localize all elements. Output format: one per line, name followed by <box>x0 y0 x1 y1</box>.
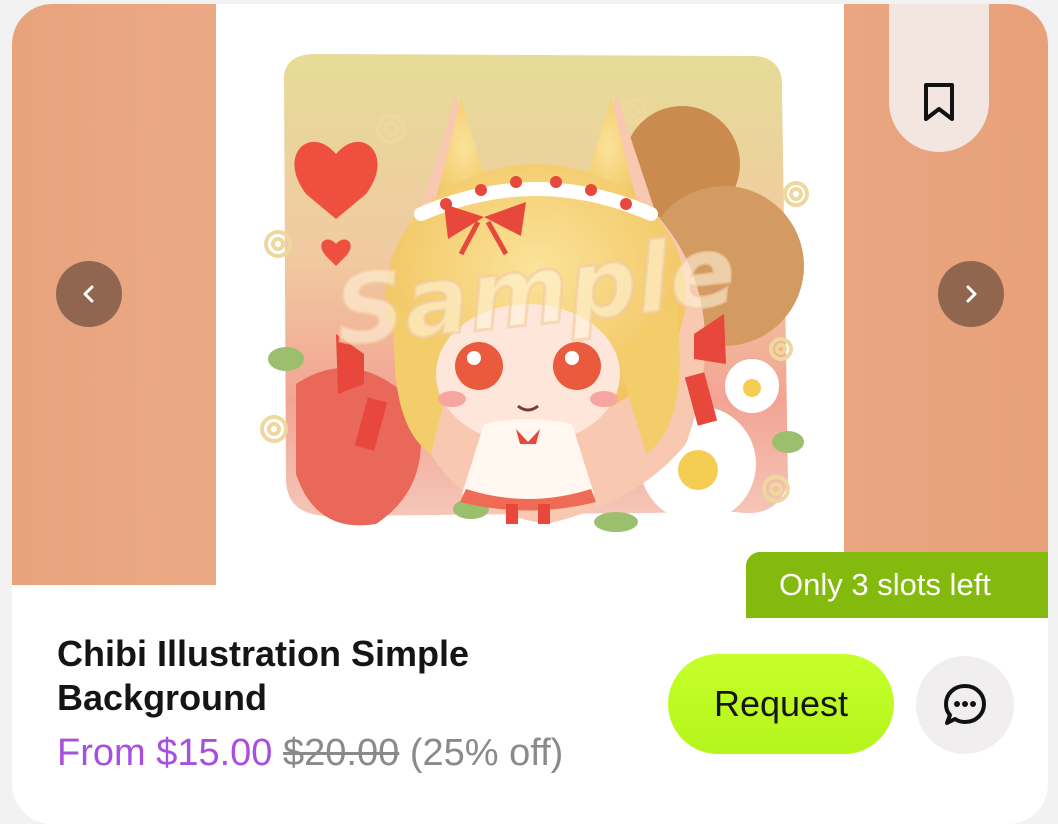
request-button[interactable]: Request <box>668 654 894 754</box>
image-carousel[interactable]: Sample <box>12 4 1048 585</box>
carousel-prev-button[interactable] <box>56 261 122 327</box>
price-original: $20.00 <box>283 732 400 774</box>
price-line: From $15.00 $20.00 (25% off) <box>57 730 563 776</box>
chibi-artwork-illustration: Sample <box>260 54 809 532</box>
price-current: From $15.00 <box>57 732 273 774</box>
listing-title: Chibi Illustration Simple Background <box>57 633 470 718</box>
artwork-image: Sample <box>216 4 844 585</box>
product-card: Sample Only 3 slots left Chibi Illustrat… <box>12 4 1048 824</box>
carousel-next-button[interactable] <box>938 261 1004 327</box>
chevron-right-icon <box>966 285 977 303</box>
slots-left-badge: Only 3 slots left <box>746 552 1048 618</box>
bookmark-button[interactable] <box>889 4 989 152</box>
chat-bubble-icon <box>944 684 986 725</box>
bookmark-icon <box>924 83 954 121</box>
price-discount: (25% off) <box>409 732 564 774</box>
chevron-left-icon <box>83 285 94 303</box>
chat-button[interactable] <box>916 656 1014 754</box>
